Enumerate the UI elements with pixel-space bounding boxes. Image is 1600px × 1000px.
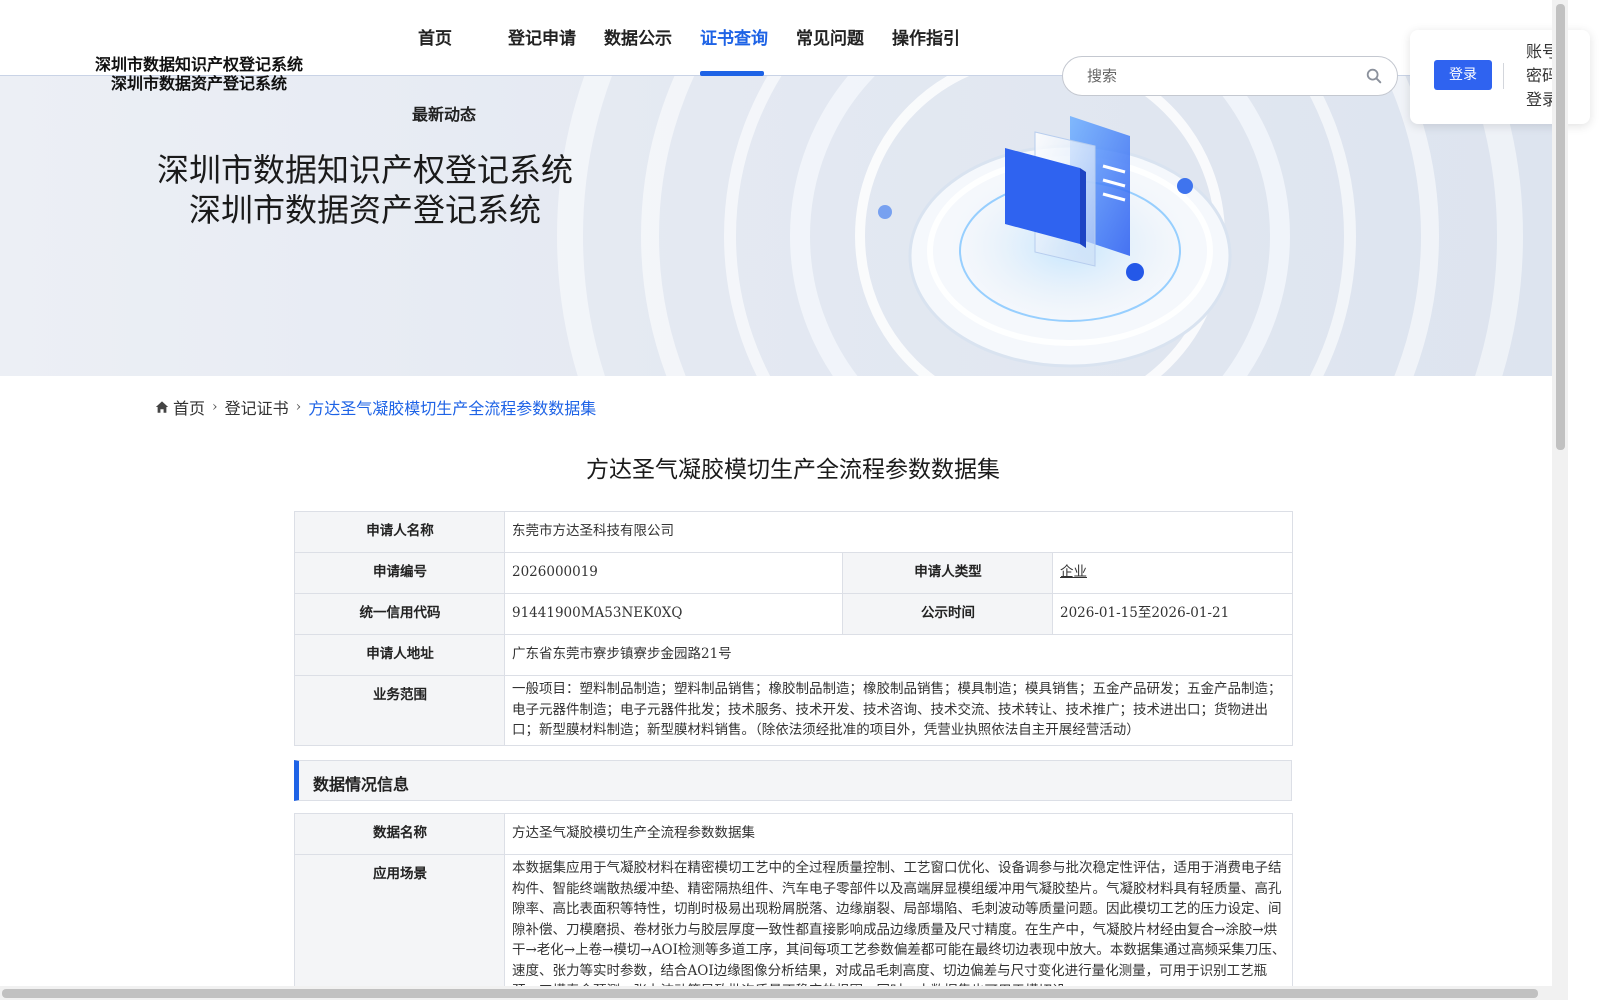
data-name-value: 方达圣气凝胶模切生产全流程参数数据集 bbox=[504, 813, 1293, 855]
banner-title: 深圳市数据知识产权登记系统 深圳市数据资产登记系统 bbox=[140, 150, 590, 230]
table-row: 申请人名称 东莞市方达圣科技有限公司 bbox=[294, 511, 1294, 553]
chevron-right-icon: › bbox=[295, 399, 302, 415]
logo-line-1: 深圳市数据知识产权登记系统 bbox=[94, 55, 303, 74]
nav-faq[interactable]: 常见问题 bbox=[796, 24, 864, 49]
search-input[interactable] bbox=[1087, 65, 1347, 87]
table-row: 应用场景 本数据集应用于气凝胶材料在精密模切工艺中的全过程质量控制、工艺窗口优化… bbox=[294, 854, 1293, 1000]
search-icon[interactable] bbox=[1365, 67, 1383, 85]
nav-home[interactable]: 首页 bbox=[418, 24, 452, 49]
data-info-section-header: 数据情况信息 bbox=[294, 760, 1292, 801]
credit-code-label: 统一信用代码 bbox=[294, 593, 505, 635]
hero-banner: 深圳市数据知识产权登记系统 深圳市数据资产登记系统 bbox=[0, 76, 1552, 376]
chevron-right-icon: › bbox=[212, 399, 218, 415]
data-name-label: 数据名称 bbox=[294, 813, 505, 855]
logo-line-2: 深圳市数据资产登记系统 bbox=[110, 74, 287, 93]
banner-title-line-2: 深圳市数据资产登记系统 bbox=[188, 191, 541, 229]
application-number-label: 申请编号 bbox=[294, 552, 505, 594]
site-logo[interactable]: 深圳市数据知识产权登记系统 深圳市数据资产登记系统 bbox=[84, 55, 314, 93]
nav-register-apply[interactable]: 登记申请 bbox=[508, 24, 576, 49]
breadcrumb-current: 方达圣气凝胶模切生产全流程参数数据集 bbox=[308, 399, 597, 418]
breadcrumb-certificates[interactable]: 登记证书 bbox=[225, 395, 289, 419]
business-scope-value: 一般项目：塑料制品制造；塑料制品销售；橡胶制品制造；橡胶制品销售；模具制造；模具… bbox=[503, 675, 1294, 746]
login-button[interactable]: 登录 bbox=[1434, 60, 1492, 90]
vertical-scrollbar[interactable] bbox=[1552, 0, 1568, 1000]
applicant-address-label: 申请人地址 bbox=[294, 634, 505, 676]
horizontal-scrollbar-thumb[interactable] bbox=[2, 989, 1538, 998]
applicant-name-label: 申请人名称 bbox=[294, 511, 505, 553]
table-row: 申请编号 2026000019 申请人类型 企业 bbox=[294, 552, 1294, 594]
table-row: 数据名称 方达圣气凝胶模切生产全流程参数数据集 bbox=[294, 813, 1293, 855]
breadcrumb-home[interactable]: 首页 bbox=[173, 395, 205, 419]
banner-title-line-1: 深圳市数据知识产权登记系统 bbox=[156, 151, 573, 189]
nav-data-publicity[interactable]: 数据公示 bbox=[604, 24, 672, 49]
nav-active-indicator bbox=[700, 71, 764, 76]
data-info-table: 数据名称 方达圣气凝胶模切生产全流程参数数据集 应用场景 本数据集应用于气凝胶材… bbox=[294, 813, 1293, 1000]
horizontal-scrollbar[interactable] bbox=[0, 986, 1552, 1000]
application-number-value: 2026000019 bbox=[504, 552, 843, 594]
table-row: 业务范围 一般项目：塑料制品制造；塑料制品销售；橡胶制品制造；橡胶制品销售；模具… bbox=[294, 675, 1294, 746]
table-row: 统一信用代码 91441900MA53NEK0XQ 公示时间 2026-01-1… bbox=[294, 593, 1294, 635]
credit-code-value: 91441900MA53NEK0XQ bbox=[504, 593, 843, 635]
business-scope-label: 业务范围 bbox=[294, 675, 505, 746]
application-scene-label: 应用场景 bbox=[294, 854, 505, 1000]
home-icon bbox=[155, 401, 169, 413]
search-bar bbox=[1062, 56, 1398, 96]
applicant-type-cell: 企业 bbox=[1051, 552, 1294, 594]
page-title: 方达圣气凝胶模切生产全流程参数数据集 bbox=[586, 457, 1000, 483]
login-divider bbox=[1503, 63, 1504, 89]
table-row: 申请人地址 广东省东莞市寮步镇寮步金园路21号 bbox=[294, 634, 1294, 676]
applicant-name-value: 东莞市方达圣科技有限公司 bbox=[503, 511, 1294, 553]
applicant-info-table: 申请人名称 东莞市方达圣科技有限公司 申请编号 2026000019 申请人类型… bbox=[294, 511, 1294, 746]
applicant-address-value: 广东省东莞市寮步镇寮步金园路21号 bbox=[503, 634, 1294, 676]
nav-certificate-query[interactable]: 证书查询 bbox=[700, 24, 768, 49]
breadcrumb: 首页 › 登记证书 › 方达圣气凝胶模切生产全流程参数数据集 bbox=[155, 395, 596, 419]
vertical-scrollbar-thumb[interactable] bbox=[1556, 4, 1565, 450]
publicity-period-label: 公示时间 bbox=[842, 593, 1053, 635]
nav-latest-news[interactable]: 最新动态 bbox=[412, 101, 476, 125]
applicant-type-value[interactable]: 企业 bbox=[1060, 564, 1087, 580]
applicant-type-label: 申请人类型 bbox=[842, 552, 1053, 594]
application-scene-value: 本数据集应用于气凝胶材料在精密模切工艺中的全过程质量控制、工艺窗口优化、设备调参… bbox=[504, 854, 1293, 1000]
nav-guide[interactable]: 操作指引 bbox=[892, 24, 960, 49]
publicity-period-value: 2026-01-15至2026-01-21 bbox=[1051, 593, 1294, 635]
